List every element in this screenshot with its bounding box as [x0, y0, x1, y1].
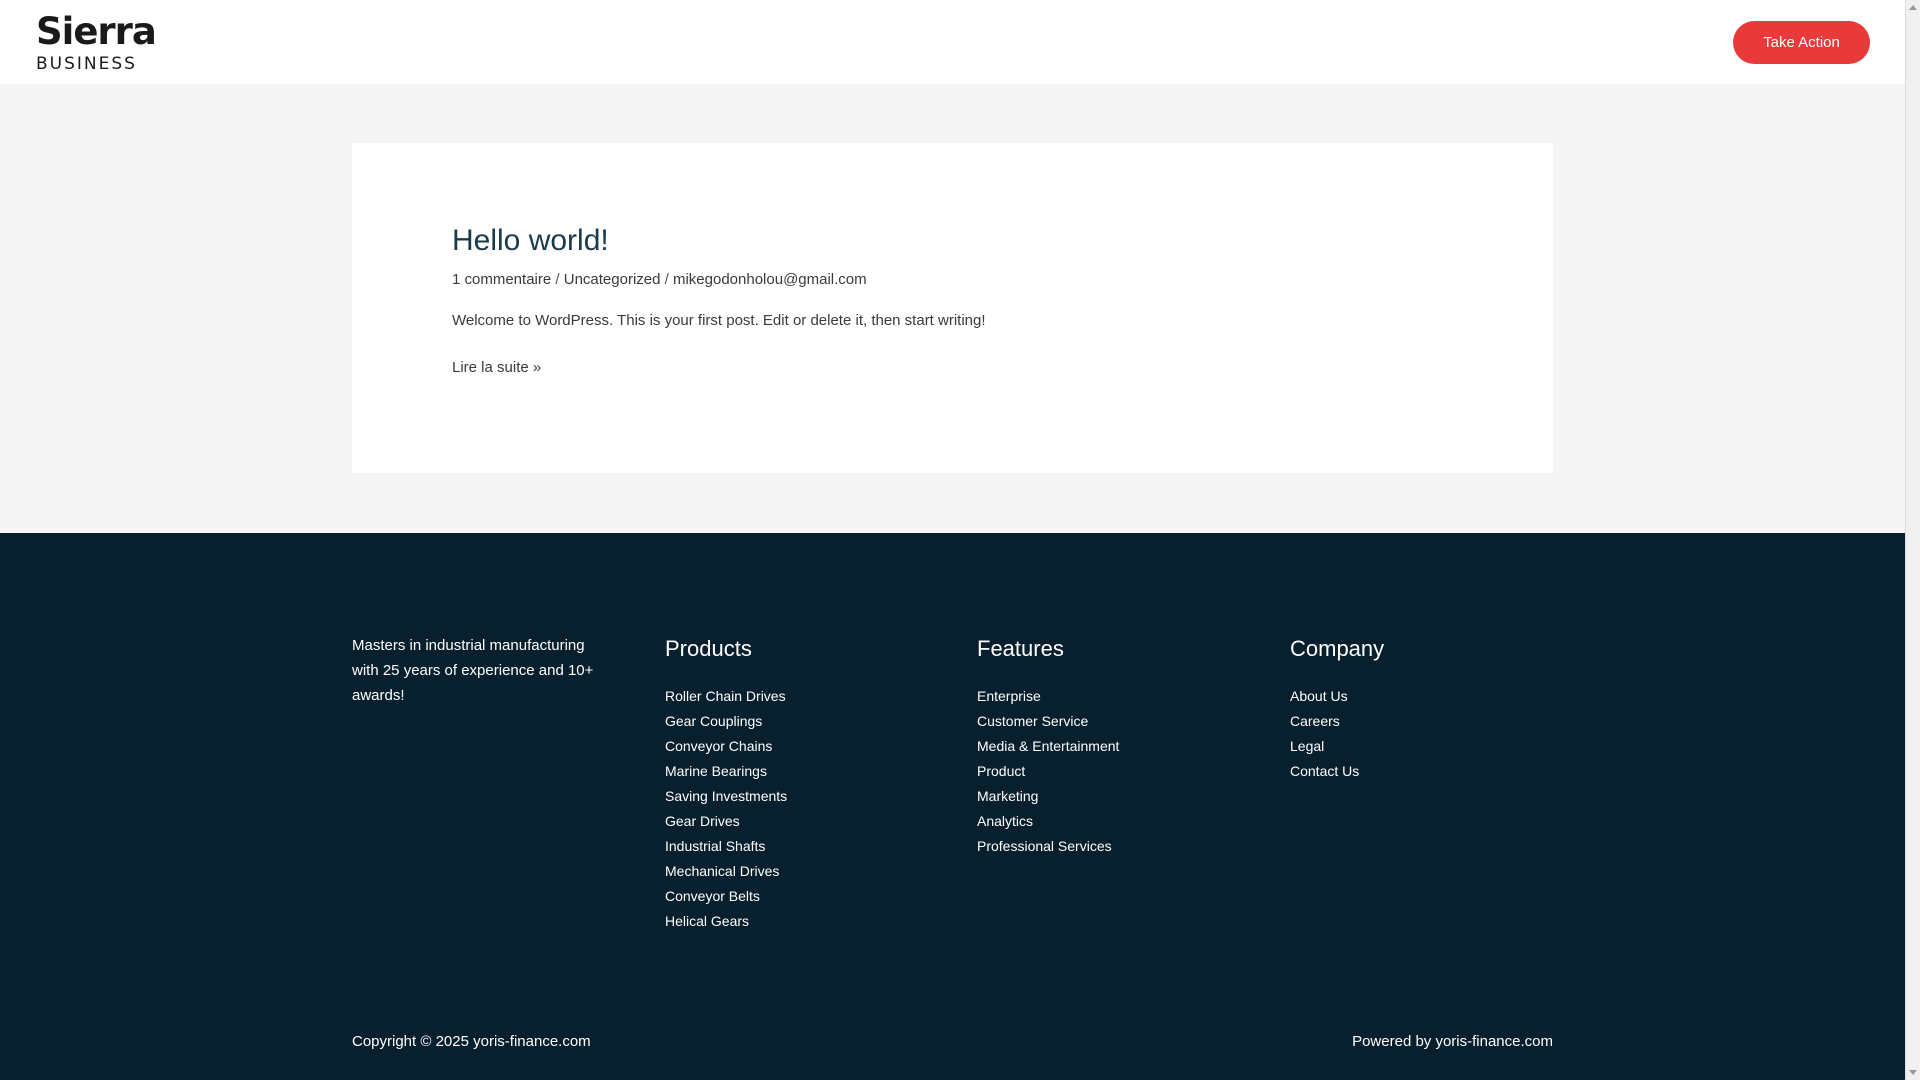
- scroll-down-icon[interactable]: [1909, 1070, 1917, 1075]
- scroll-up-icon[interactable]: [1909, 5, 1917, 10]
- footer-link[interactable]: Saving Investments: [665, 784, 787, 809]
- footer-link[interactable]: Roller Chain Drives: [665, 684, 787, 709]
- powered-by-text: Powered by yoris-finance.com: [1352, 1033, 1553, 1050]
- footer-link[interactable]: Industrial Shafts: [665, 834, 787, 859]
- logo-wordmark: Sierra: [36, 10, 157, 53]
- footer-link[interactable]: Marine Bearings: [665, 759, 787, 784]
- footer-link[interactable]: Gear Couplings: [665, 709, 787, 734]
- footer-link[interactable]: Helical Gears: [665, 909, 787, 934]
- site-footer: Masters in industrial manufacturing with…: [0, 533, 1905, 1080]
- logo-subtitle: BUSINESS: [36, 54, 137, 74]
- meta-separator: /: [660, 271, 673, 288]
- vertical-scrollbar[interactable]: [1905, 0, 1920, 1080]
- footer-link[interactable]: Careers: [1290, 709, 1384, 734]
- site-header: Sierra BUSINESS Take Action: [0, 0, 1905, 84]
- footer-features-column: Features Enterprise Customer Service Med…: [977, 636, 1119, 859]
- footer-company-heading: Company: [1290, 636, 1385, 661]
- footer-link[interactable]: Conveyor Belts: [665, 884, 787, 909]
- take-action-button[interactable]: Take Action: [1733, 21, 1870, 64]
- copyright-text: Copyright © 2025 yoris-finance.com: [352, 1033, 591, 1050]
- category-link[interactable]: Uncategorized: [564, 271, 661, 288]
- author-link[interactable]: mikegodonholou@gmail.com: [673, 271, 867, 288]
- footer-link[interactable]: Professional Services: [977, 834, 1119, 859]
- footer-link[interactable]: Enterprise: [977, 684, 1119, 709]
- footer-link[interactable]: Customer Service: [977, 709, 1119, 734]
- post-meta: 1 commentaire / Uncategorized / mikegodo…: [452, 271, 867, 288]
- meta-separator: /: [551, 271, 564, 288]
- footer-link[interactable]: Legal: [1290, 734, 1384, 759]
- post-excerpt: Welcome to WordPress. This is your first…: [452, 312, 986, 329]
- footer-link[interactable]: Gear Drives: [665, 809, 787, 834]
- post-title[interactable]: Hello world!: [452, 224, 609, 258]
- footer-products-heading: Products: [665, 636, 752, 661]
- read-more-link[interactable]: Lire la suite »: [452, 359, 541, 376]
- footer-link[interactable]: Media & Entertainment: [977, 734, 1119, 759]
- site-logo[interactable]: Sierra BUSINESS: [36, 10, 157, 75]
- footer-products-column: Products Roller Chain Drives Gear Coupli…: [665, 636, 787, 934]
- footer-link[interactable]: About Us: [1290, 684, 1384, 709]
- footer-link[interactable]: Product: [977, 759, 1119, 784]
- comments-link[interactable]: 1 commentaire: [452, 271, 551, 288]
- footer-link[interactable]: Mechanical Drives: [665, 859, 787, 884]
- footer-link[interactable]: Conveyor Chains: [665, 734, 787, 759]
- footer-link[interactable]: Marketing: [977, 784, 1119, 809]
- post-card: Hello world! 1 commentaire / Uncategoriz…: [352, 143, 1553, 473]
- footer-link[interactable]: Analytics: [977, 809, 1119, 834]
- footer-company-column: Company About Us Careers Legal Contact U…: [1290, 636, 1384, 784]
- footer-link[interactable]: Contact Us: [1290, 759, 1384, 784]
- footer-about-text: Masters in industrial manufacturing with…: [352, 637, 594, 704]
- footer-features-heading: Features: [977, 636, 1064, 661]
